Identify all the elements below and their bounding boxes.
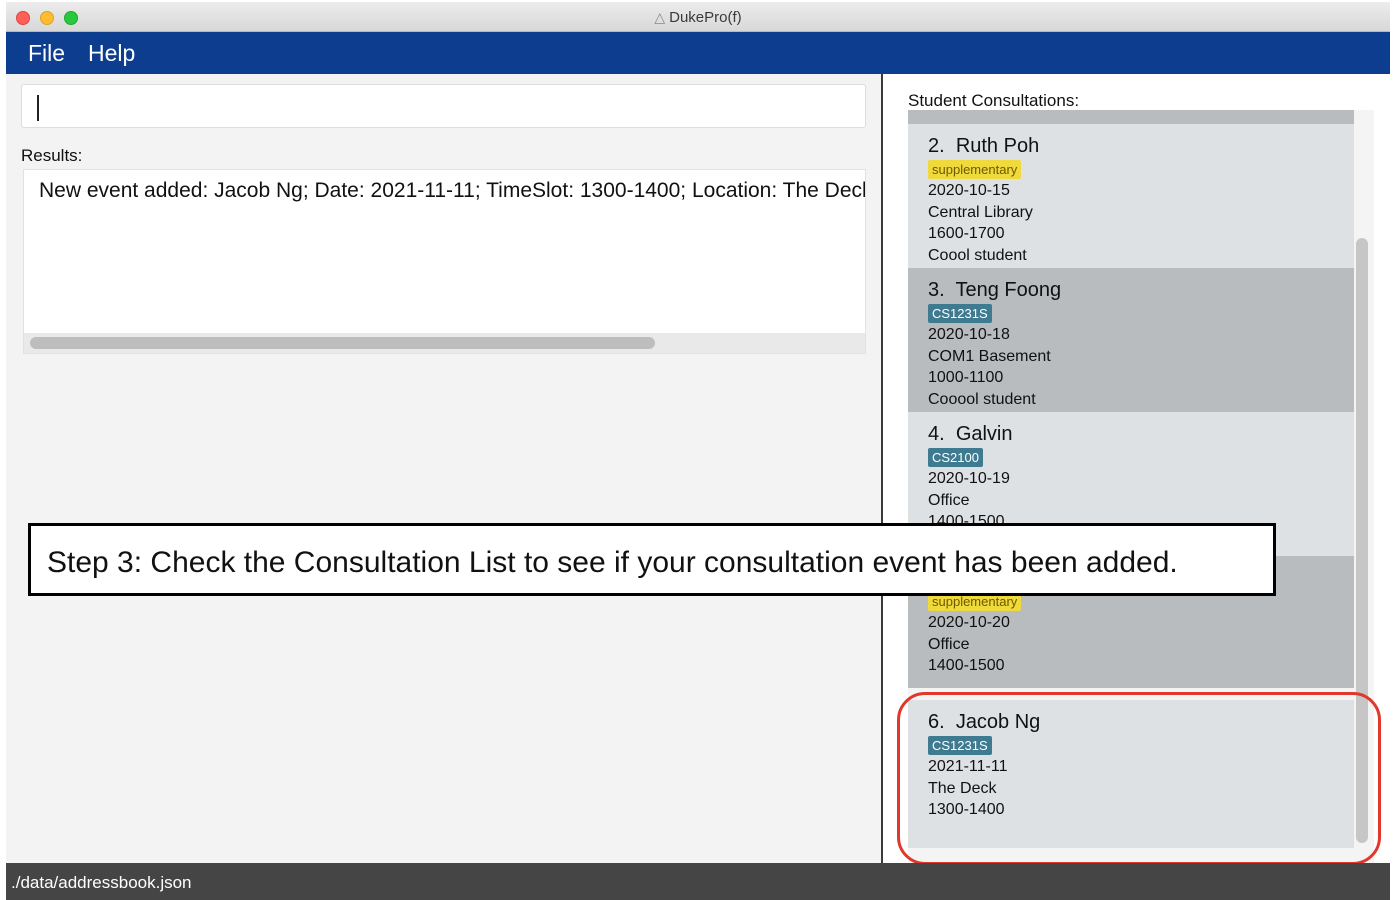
consultation-index: 4. bbox=[928, 423, 945, 445]
text-caret bbox=[37, 95, 39, 121]
instruction-text: Step 3: Check the Consultation List to s… bbox=[47, 546, 1178, 579]
list-item-partial[interactable] bbox=[908, 110, 1354, 124]
consultation-location: Office bbox=[928, 491, 970, 509]
consultation-name: Galvin bbox=[955, 423, 1013, 445]
java-app-icon: △ bbox=[654, 9, 666, 25]
result-display: New event added: Jacob Ng; Date: 2021-11… bbox=[23, 169, 866, 354]
consultation-time: 1400-1500 bbox=[928, 657, 1005, 674]
consultation-date: 2020-10-18 bbox=[928, 326, 1010, 343]
consultation-date: 2020-10-20 bbox=[928, 614, 1010, 631]
consultation-title: 2. Ruth Poh bbox=[928, 134, 1354, 158]
window-title-bar: △ DukePro(f) bbox=[6, 2, 1390, 32]
consultation-time: 1600-1700 bbox=[928, 225, 1005, 242]
consultations-label: Student Consultations: bbox=[908, 91, 1080, 110]
data-file-path: ./data/addressbook.json bbox=[11, 873, 192, 892]
consultation-tag: supplementary bbox=[928, 160, 1022, 179]
menu-help[interactable]: Help bbox=[88, 40, 135, 67]
consultation-name: Teng Foong bbox=[955, 279, 1062, 301]
menu-bar: File Help bbox=[6, 32, 1390, 74]
instruction-callout: Step 3: Check the Consultation List to s… bbox=[28, 523, 1276, 596]
consultation-date: 2020-10-15 bbox=[928, 182, 1010, 199]
command-input[interactable] bbox=[21, 84, 866, 128]
consultation-date: 2020-10-19 bbox=[928, 470, 1010, 487]
consultation-index: 3. bbox=[928, 279, 945, 301]
consultation-name: Ruth Poh bbox=[955, 135, 1040, 157]
consultation-location: Office bbox=[928, 635, 970, 653]
consultation-remark: Coool student bbox=[928, 246, 1027, 264]
results-label: Results: bbox=[21, 146, 83, 165]
consultation-index: 2. bbox=[928, 135, 945, 157]
result-message: New event added: Jacob Ng; Date: 2021-11… bbox=[39, 179, 866, 202]
consultation-time: 1000-1100 bbox=[928, 369, 1004, 386]
consultation-card[interactable]: 2. Ruth Poh supplementary 2020-10-15 Cen… bbox=[908, 124, 1354, 268]
consultation-remark: Cooool student bbox=[928, 390, 1036, 408]
consultation-card[interactable]: 3. Teng Foong CS1231S 2020-10-18 COM1 Ba… bbox=[908, 268, 1354, 412]
status-bar: ./data/addressbook.json bbox=[6, 863, 1390, 900]
consultation-location: Central Library bbox=[928, 203, 1033, 221]
menu-file[interactable]: File bbox=[28, 40, 65, 67]
consultation-title: 4. Galvin bbox=[928, 422, 1354, 446]
window-title-area: △ DukePro(f) bbox=[6, 9, 1390, 26]
result-horizontal-scrollbar[interactable] bbox=[24, 333, 865, 353]
consultation-title: 3. Teng Foong bbox=[928, 278, 1354, 302]
window-title: DukePro(f) bbox=[669, 9, 742, 26]
new-entry-highlight bbox=[897, 692, 1381, 865]
consultation-tag: CS2100 bbox=[928, 448, 983, 467]
result-scroll-thumb[interactable] bbox=[30, 337, 655, 349]
consultation-tag: CS1231S bbox=[928, 304, 992, 323]
consultation-location: COM1 Basement bbox=[928, 347, 1051, 365]
left-pane: Results: New event added: Jacob Ng; Date… bbox=[6, 74, 881, 863]
